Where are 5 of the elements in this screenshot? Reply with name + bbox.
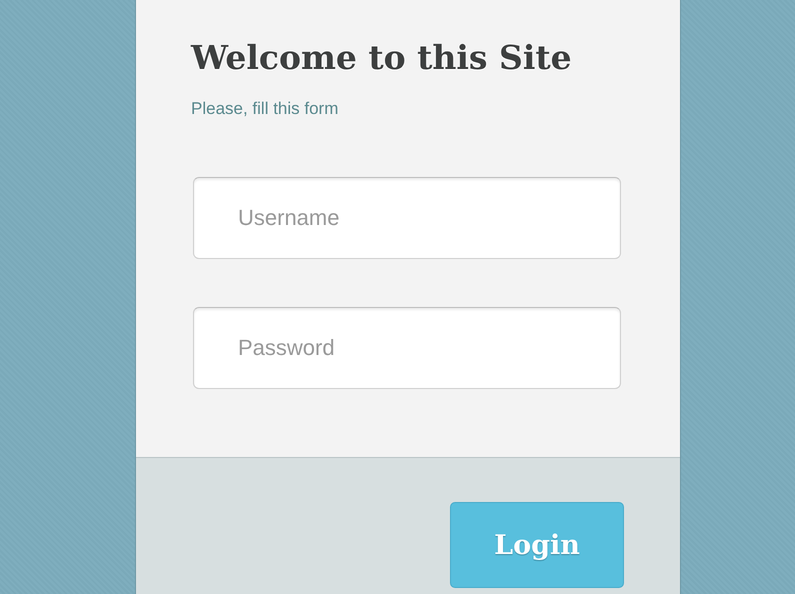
form-title: Welcome to this Site — [191, 38, 573, 77]
form-subtitle: Please, fill this form — [191, 99, 340, 119]
input-field[interactable]: Password — [193, 307, 621, 389]
input-field[interactable]: Username — [193, 177, 621, 259]
login-button[interactable]: Login — [450, 502, 624, 588]
